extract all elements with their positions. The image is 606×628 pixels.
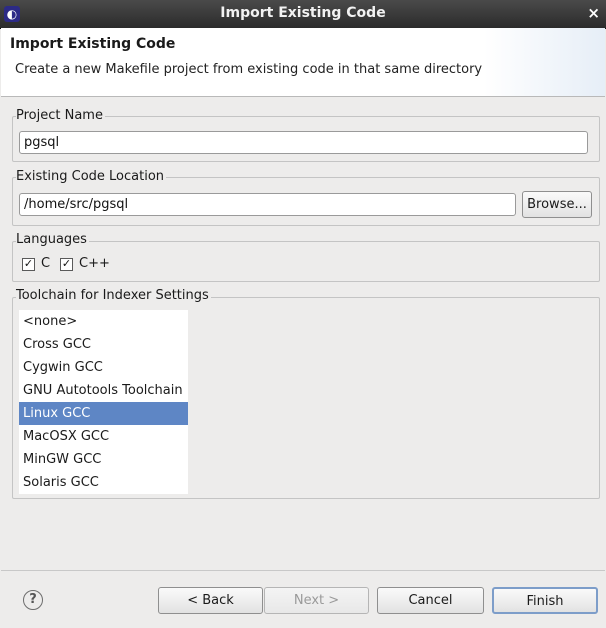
code-location-input[interactable] [19,193,516,216]
cpp-checkbox[interactable]: ✓ [60,258,73,271]
project-name-input[interactable] [19,131,588,154]
finish-button[interactable]: Finish [492,587,598,614]
button-bar-separator [1,570,605,571]
list-item[interactable]: Solaris GCC [19,471,188,494]
back-button[interactable]: < Back [158,587,263,614]
c-checkbox-label: C [41,256,51,271]
c-checkbox[interactable]: ✓ [22,258,35,271]
code-location-label: Existing Code Location [16,169,167,184]
list-item[interactable]: Cygwin GCC [19,356,188,379]
list-item[interactable]: MacOSX GCC [19,425,188,448]
banner-description: Create a new Makefile project from exist… [15,62,483,77]
wizard-banner: Import Existing Code Create a new Makefi… [1,28,605,97]
cancel-button[interactable]: Cancel [377,587,484,614]
close-icon[interactable]: × [587,4,600,22]
next-button[interactable]: Next > [264,587,369,614]
list-item[interactable]: <none> [19,310,188,333]
banner-title: Import Existing Code [10,36,176,52]
toolchain-label: Toolchain for Indexer Settings [16,288,211,303]
window-title: Import Existing Code [220,5,386,21]
cpp-checkbox-label: C++ [79,256,110,271]
list-item-selected[interactable]: Linux GCC [19,402,188,425]
list-item[interactable]: Cross GCC [19,333,188,356]
title-bar: ◐ Import Existing Code × [0,0,606,29]
languages-label: Languages [16,232,89,247]
browse-button[interactable]: Browse... [522,191,592,218]
list-item[interactable]: MinGW GCC [19,448,188,471]
help-icon[interactable]: ? [23,590,43,610]
list-item[interactable]: GNU Autotools Toolchain [19,379,188,402]
toolchain-list[interactable]: <none> Cross GCC Cygwin GCC GNU Autotool… [19,310,188,494]
project-name-label: Project Name [16,108,105,123]
